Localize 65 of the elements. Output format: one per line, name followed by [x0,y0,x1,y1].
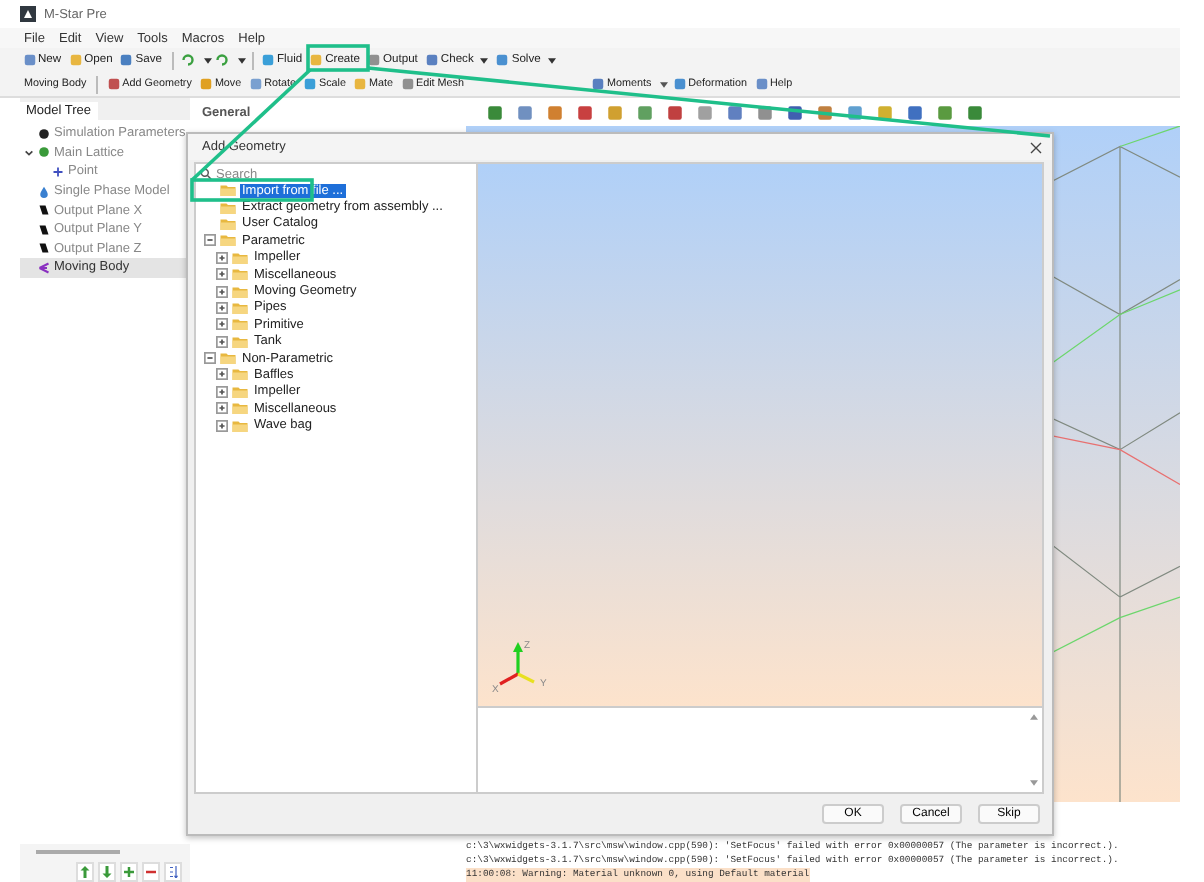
node-icon [38,127,50,140]
arrow-up-icon [80,866,90,878]
plus-icon [124,866,134,878]
folder-icon [232,402,248,415]
add-button[interactable] [120,862,138,882]
tool-icon [23,54,35,66]
sort-button[interactable] [164,862,182,882]
expander-icon[interactable] [216,402,228,415]
expander-icon[interactable] [216,251,228,264]
arrow-down-icon [102,866,112,878]
caret-icon[interactable] [237,57,246,63]
scrollbar-thumb[interactable] [36,850,120,854]
remove-button[interactable] [142,862,160,882]
expander-icon[interactable] [216,318,228,331]
tool-icon [496,54,509,66]
folder-icon [220,217,236,230]
point-icon [52,165,64,178]
scroll-up-icon[interactable] [1030,714,1038,720]
chevron-icon[interactable] [24,147,34,158]
folder-icon [232,251,248,264]
tool-icon [755,78,768,90]
search-icon [200,168,212,180]
expander-icon[interactable] [216,368,228,381]
folder-icon [232,268,248,281]
folder-icon [220,184,236,197]
highlight-frame [190,178,314,202]
folder-icon [220,352,236,365]
move-up-button[interactable] [76,862,94,882]
folder-icon [232,318,248,331]
expander-icon[interactable] [216,335,228,348]
sort-icon [168,866,178,878]
leader-line [190,68,312,182]
node-icon [38,261,50,274]
minus-icon [146,866,156,878]
folder-icon [232,385,248,398]
app-icon [20,6,36,22]
scroll-down-icon[interactable] [1030,780,1038,786]
folder-icon [220,234,236,247]
highlight-frame [306,44,370,72]
folder-icon [232,419,248,432]
folder-icon [232,368,248,381]
node-icon [38,204,50,217]
folder-icon [232,285,248,298]
node-icon [38,223,50,236]
expander-icon[interactable] [216,301,228,314]
node-icon [38,185,50,198]
expander-icon[interactable] [204,234,216,247]
expander-icon[interactable] [216,285,228,298]
tool-icon [673,78,686,90]
node-icon [38,242,50,255]
expander-icon[interactable] [204,352,216,365]
folder-icon [232,301,248,314]
folder-icon [220,201,236,214]
expander-icon[interactable] [216,268,228,281]
tool-icon [199,78,212,90]
expander-icon[interactable] [216,419,228,432]
folder-icon [232,335,248,348]
node-icon [38,146,50,159]
caret-icon[interactable] [203,57,212,63]
tool-icon [591,78,604,90]
move-down-button[interactable] [98,862,116,882]
caret-icon[interactable] [660,81,669,87]
expander-icon[interactable] [216,385,228,398]
tool-icon [69,54,82,66]
close-icon[interactable] [1030,141,1042,153]
